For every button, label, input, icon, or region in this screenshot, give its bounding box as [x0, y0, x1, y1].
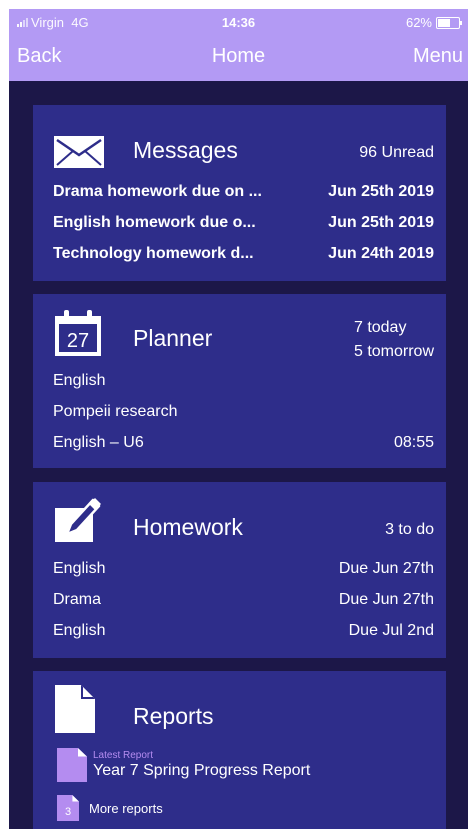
more-reports-link[interactable]: 3 More reports: [57, 795, 163, 821]
battery-percent: 62%: [405, 15, 432, 30]
message-subject: Drama homework due on ...: [53, 183, 262, 200]
homework-subject: English: [53, 560, 106, 577]
planner-subject-row: English: [53, 370, 434, 392]
status-battery: 62%: [405, 15, 462, 30]
message-row[interactable]: Drama homework due on ... Jun 25th 2019: [53, 181, 434, 203]
planner-detail-row: Pompeii research: [53, 401, 434, 423]
homework-card[interactable]: Homework 3 to do English Due Jun 27th Dr…: [33, 482, 446, 658]
calendar-icon: 27: [53, 310, 103, 356]
calendar-day: 27: [67, 330, 89, 352]
planner-card[interactable]: 27 Planner 7 today 5 tomorrow English Po…: [33, 294, 446, 468]
battery-icon: [436, 16, 462, 29]
homework-row[interactable]: Drama Due Jun 27th: [53, 589, 434, 611]
planner-subject: English: [53, 372, 106, 389]
planner-today: 7 today: [353, 319, 407, 336]
reports-card[interactable]: Reports Latest Report Year 7 Spring Prog…: [33, 671, 446, 829]
latest-report-title: Year 7 Spring Progress Report: [93, 761, 311, 779]
unread-count: 96 Unread: [359, 144, 434, 161]
latest-report-text: Latest Report Year 7 Spring Progress Rep…: [93, 750, 310, 781]
message-date: Jun 24th 2019: [328, 245, 434, 262]
homework-row[interactable]: English Due Jul 2nd: [53, 620, 434, 642]
homework-subject: Drama: [53, 591, 102, 608]
homework-due: Due Jun 27th: [338, 591, 434, 608]
message-subject: Technology homework d...: [53, 245, 254, 262]
homework-due: Due Jun 27th: [338, 560, 434, 577]
latest-report[interactable]: Latest Report Year 7 Spring Progress Rep…: [57, 748, 310, 782]
page-title: Home: [211, 45, 266, 67]
message-subject: English homework due o...: [53, 214, 256, 231]
homework-due: Due Jul 2nd: [348, 622, 434, 639]
planner-lesson: English – U6: [53, 434, 144, 451]
latest-report-label: Latest Report: [93, 749, 154, 761]
envelope-icon: [54, 136, 104, 168]
planner-title: Planner: [133, 325, 213, 351]
messages-title: Messages: [133, 137, 238, 163]
homework-todo: 3 to do: [385, 521, 434, 538]
more-reports-count: 3: [57, 795, 79, 821]
top-bar: Virgin 4G 14:36 62% Back Home Menu: [9, 9, 468, 81]
document-icon: [55, 685, 95, 733]
planner-detail: Pompeii research: [53, 403, 178, 420]
homework-subject: English: [53, 622, 106, 639]
planner-lesson-row[interactable]: English – U6 08:55: [53, 432, 434, 454]
homework-row[interactable]: English Due Jun 27th: [53, 558, 434, 580]
message-row[interactable]: Technology homework d... Jun 24th 2019: [53, 243, 434, 265]
report-doc-icon: [57, 748, 87, 782]
planner-counts: 7 today 5 tomorrow: [354, 316, 434, 364]
more-reports-label: More reports: [89, 800, 163, 816]
pencil-icon: [55, 498, 101, 542]
menu-button[interactable]: Menu: [413, 45, 463, 68]
reports-title: Reports: [133, 703, 214, 729]
status-time: 14:36: [221, 15, 256, 30]
message-row[interactable]: English homework due o... Jun 25th 2019: [53, 212, 434, 234]
message-date: Jun 25th 2019: [328, 183, 434, 200]
messages-card[interactable]: Messages 96 Unread Drama homework due on…: [33, 105, 446, 281]
homework-title: Homework: [133, 514, 243, 540]
planner-tomorrow: 5 tomorrow: [353, 343, 434, 360]
message-date: Jun 25th 2019: [328, 214, 434, 231]
planner-time: 08:55: [393, 434, 434, 451]
phone-screen: Virgin 4G 14:36 62% Back Home Menu Messa…: [9, 9, 468, 829]
